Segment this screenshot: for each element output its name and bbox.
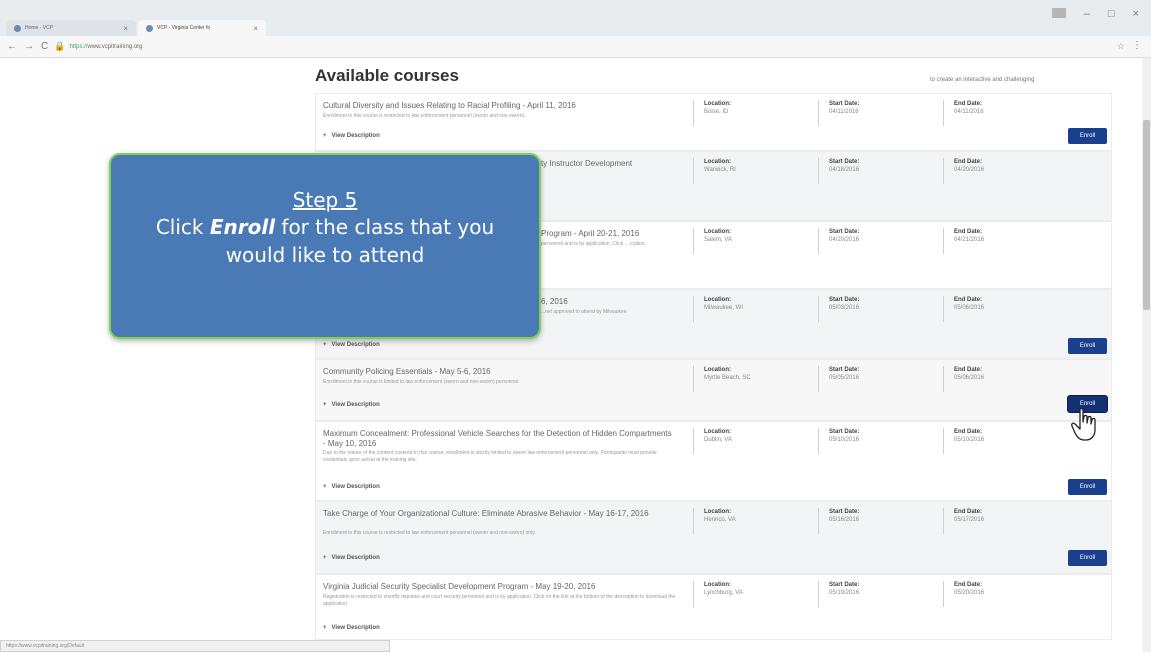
- start-date-col: Start Date: 05/03/2016: [818, 296, 859, 322]
- back-icon[interactable]: ←: [7, 41, 17, 52]
- tutorial-callout: Step 5 Click Enroll for the class that y…: [109, 153, 541, 339]
- start-date-col: Start Date: 05/16/2016: [818, 508, 859, 534]
- minimize-icon[interactable]: –: [1084, 8, 1090, 20]
- end-date-col: End Date: 04/21/2016: [943, 228, 984, 254]
- start-date-col: Start Date: 04/20/2016: [818, 228, 859, 254]
- close-icon[interactable]: ×: [253, 24, 258, 33]
- location-col: Location: Boise, ID: [693, 100, 731, 126]
- scrollbar[interactable]: [1142, 58, 1151, 652]
- course-title: Community Policing Essentials - May 5-6,…: [323, 367, 491, 376]
- end-date-col: End Date: 05/06/2016: [943, 296, 984, 322]
- enroll-button[interactable]: Enroll: [1068, 128, 1107, 144]
- intro-text: to create an interactive and challenging: [930, 77, 1035, 83]
- view-description-link[interactable]: + View Description: [323, 555, 380, 561]
- location-col: Location: Warwick, RI: [693, 158, 736, 184]
- tab-label: Home - VCP: [25, 25, 54, 31]
- course-title: ty Instructor Development: [541, 159, 633, 168]
- end-date-col: End Date: 05/20/2016: [943, 581, 984, 607]
- plus-icon: +: [323, 342, 327, 348]
- enroll-button[interactable]: Enroll: [1068, 479, 1107, 495]
- location-col: Location: Myrtle Beach, SC: [693, 366, 751, 392]
- course-desc: Enrollment in this course is restricted …: [323, 530, 536, 536]
- maximize-icon[interactable]: □: [1108, 8, 1115, 20]
- course-row: Maximum Concealment: Professional Vehicl…: [315, 421, 1112, 501]
- enroll-button[interactable]: Enroll: [1068, 338, 1107, 354]
- start-date-col: Start Date: 05/05/2016: [818, 366, 859, 392]
- view-description-link[interactable]: + View Description: [323, 342, 380, 348]
- view-description-link[interactable]: + View Description: [323, 133, 380, 139]
- tab-home[interactable]: Home - VCP ×: [6, 20, 136, 36]
- end-date-col: End Date: 05/06/2016: [943, 366, 984, 392]
- course-row: Community Policing Essentials - May 5-6,…: [315, 359, 1112, 421]
- address-bar: ← → C 🔒 https://www.vcpitraining.org ☆ ⋮: [0, 36, 1151, 58]
- course-title: Maximum Concealment: Professional Vehicl…: [323, 429, 672, 448]
- end-date-col: End Date: 05/17/2016: [943, 508, 984, 534]
- plus-icon: +: [323, 625, 327, 631]
- start-date-col: Start Date: 05/19/2016: [818, 581, 859, 607]
- scroll-thumb[interactable]: [1143, 120, 1150, 310]
- step-title: Step 5: [292, 188, 358, 212]
- end-date-col: End Date: 04/11/2016: [943, 100, 984, 126]
- plus-icon: +: [323, 133, 327, 139]
- status-bar-url: https://www.vcpitraining.org/Default: [0, 640, 390, 652]
- course-desc: Enrollment in this course is limited to …: [323, 379, 520, 385]
- bookmark-star-icon[interactable]: ☆: [1117, 41, 1125, 52]
- view-description-link[interactable]: + View Description: [323, 402, 380, 408]
- plus-icon: +: [323, 555, 327, 561]
- course-row: Virginia Judicial Security Specialist De…: [315, 574, 1112, 640]
- close-window-icon[interactable]: ×: [1133, 8, 1139, 20]
- start-date-col: Start Date: 04/18/2016: [818, 158, 859, 184]
- course-desc: personnel and is by application. Click .…: [541, 241, 647, 247]
- forward-icon[interactable]: →: [24, 41, 34, 52]
- tab-vcp[interactable]: VCP - Virginia Center fo ×: [138, 20, 266, 36]
- start-date-col: Start Date: 04/11/2016: [818, 100, 859, 126]
- location-col: Location: Milwaukee, WI: [693, 296, 743, 322]
- course-row: Cultural Diversity and Issues Relating t…: [315, 93, 1112, 151]
- window-controls: – □ ×: [1051, 8, 1139, 20]
- location-col: Location: Dublin, VA: [693, 428, 732, 454]
- lock-icon: 🔒: [54, 41, 66, 51]
- course-title: 6, 2016: [541, 297, 568, 306]
- course-title: Program - April 20-21, 2016: [541, 229, 640, 238]
- start-date-col: Start Date: 05/10/2016: [818, 428, 859, 454]
- favicon-icon: [146, 24, 153, 32]
- step-instruction: Click Enroll for the class that you woul…: [155, 215, 495, 267]
- plus-icon: +: [323, 484, 327, 490]
- tab-label: VCP - Virginia Center fo: [157, 25, 211, 31]
- course-title: Take Charge of Your Organizational Cultu…: [323, 509, 649, 518]
- course-desc: Registration is restricted to sheriffs d…: [323, 594, 676, 607]
- end-date-col: End Date: 05/10/2016: [943, 428, 984, 454]
- course-row: Take Charge of Your Organizational Cultu…: [315, 501, 1112, 574]
- course-desc: ...nel approved to attend by Milwaukee: [541, 309, 627, 315]
- plus-icon: +: [323, 402, 327, 408]
- browser-window: Home - VCP × VCP - Virginia Center fo × …: [0, 0, 1151, 652]
- location-col: Location: Salem, VA: [693, 228, 732, 254]
- view-description-link[interactable]: + View Description: [323, 625, 380, 631]
- close-icon[interactable]: ×: [123, 24, 128, 33]
- page-title: Available courses: [315, 66, 459, 85]
- course-title: Virginia Judicial Security Specialist De…: [323, 582, 596, 591]
- course-title: Cultural Diversity and Issues Relating t…: [323, 101, 576, 110]
- hand-cursor-icon: [1071, 407, 1096, 441]
- course-desc: Due to the nature of the content covered…: [323, 450, 657, 463]
- user-profile-icon[interactable]: [1051, 8, 1066, 18]
- location-col: Location: Lynchburg, VA: [693, 581, 743, 607]
- menu-icon[interactable]: ⋮: [1132, 40, 1142, 51]
- location-col: Location: Henrico, VA: [693, 508, 736, 534]
- favicon-icon: [14, 24, 21, 32]
- view-description-link[interactable]: + View Description: [323, 484, 380, 490]
- end-date-col: End Date: 04/20/2016: [943, 158, 984, 184]
- tab-bar: Home - VCP × VCP - Virginia Center fo × …: [0, 0, 1151, 36]
- reload-icon[interactable]: C: [41, 41, 48, 52]
- url-field[interactable]: https://www.vcpitraining.org: [69, 44, 142, 50]
- enroll-button[interactable]: Enroll: [1068, 550, 1107, 566]
- course-desc: Enrollment in this course is restricted …: [323, 113, 526, 119]
- page-content: Available courses to create an interacti…: [0, 58, 1151, 652]
